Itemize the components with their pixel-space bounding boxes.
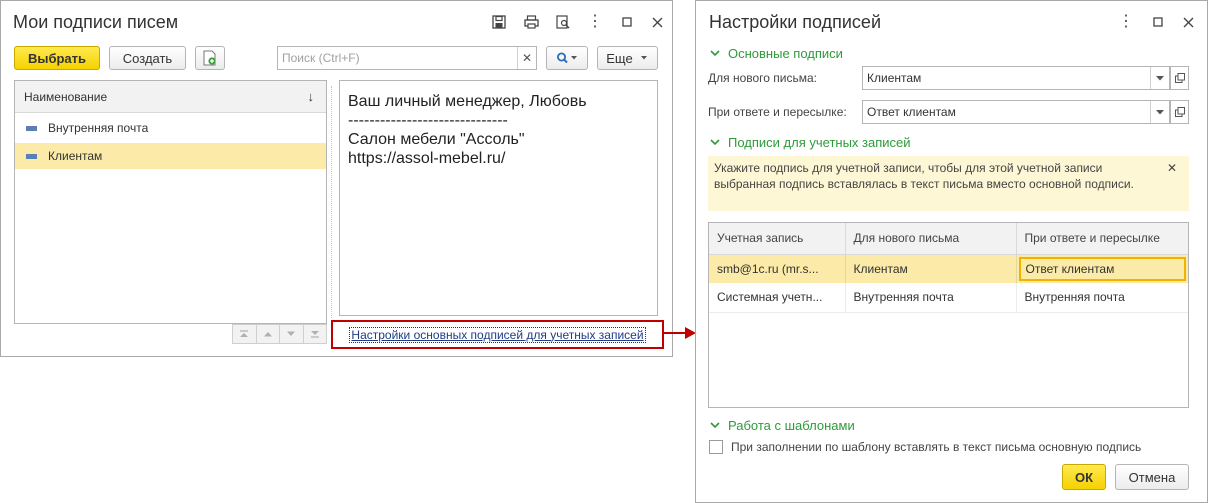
- new-letter-label: Для нового письма:: [708, 71, 818, 85]
- signature-preview: Ваш личный менеджер, Любовь ------------…: [339, 80, 658, 316]
- signatures-list: Наименование ↓ Внутренняя почта Клиентам: [14, 80, 327, 324]
- list-item[interactable]: Внутренняя почта: [15, 115, 326, 141]
- section-account-signatures[interactable]: Подписи для учетных записей: [710, 135, 911, 150]
- section-title: Основные подписи: [728, 46, 843, 61]
- open-icon: [1174, 107, 1185, 117]
- table-row[interactable]: Системная учетн... Внутренняя почта Внут…: [709, 283, 1188, 312]
- move-up-button[interactable]: [257, 325, 280, 343]
- search-button[interactable]: [546, 46, 588, 70]
- window-title: Настройки подписей: [709, 12, 881, 32]
- select-button[interactable]: Выбрать: [14, 46, 100, 70]
- open-reply-button[interactable]: [1170, 100, 1189, 124]
- more-options-icon[interactable]: ⋮: [587, 14, 603, 30]
- signature-settings-window: Настройки подписей ⋮ Основные подписи Дл…: [695, 0, 1208, 503]
- table-cell[interactable]: Клиентам: [845, 254, 1017, 283]
- reply-select[interactable]: Ответ клиентам: [862, 100, 1170, 124]
- chevron-down-icon: [710, 50, 720, 57]
- save-icon[interactable]: [491, 14, 507, 30]
- move-top-icon: [240, 330, 249, 337]
- table-cell[interactable]: smb@1c.ru (mr.s...: [709, 254, 846, 283]
- table-row[interactable]: smb@1c.ru (mr.s... Клиентам Ответ клиент…: [709, 254, 1188, 283]
- table-header: Учетная запись Для нового письма При отв…: [709, 223, 1188, 254]
- window-title: Мои подписи писем: [13, 12, 179, 32]
- splitter[interactable]: [331, 86, 332, 318]
- table-cell[interactable]: Системная учетн...: [709, 283, 846, 312]
- preview-line: Салон мебели "Ассоль": [348, 131, 525, 148]
- move-down-button[interactable]: [280, 325, 304, 343]
- table-cell-active[interactable]: Ответ клиентам: [1016, 254, 1188, 283]
- list-header[interactable]: Наименование ↓: [15, 81, 326, 113]
- move-bottom-button[interactable]: [304, 325, 327, 343]
- sort-arrow-icon[interactable]: ↓: [308, 89, 315, 104]
- move-buttons: [232, 324, 327, 344]
- search-placeholder: Поиск (Ctrl+F): [282, 51, 360, 65]
- section-main-signatures[interactable]: Основные подписи: [710, 46, 843, 61]
- column-header[interactable]: При ответе и пересылке: [1016, 223, 1188, 254]
- section-title: Подписи для учетных записей: [728, 135, 911, 150]
- dropdown-icon[interactable]: [1150, 101, 1169, 123]
- settings-link[interactable]: Настройки основных подписей для учетных …: [349, 326, 646, 343]
- my-signatures-window: Мои подписи писем ⋮ Выбрать Создать Поис…: [0, 0, 673, 357]
- chevron-down-icon: [710, 139, 720, 146]
- create-button[interactable]: Создать: [109, 46, 186, 70]
- column-name-header: Наименование: [24, 89, 108, 104]
- preview-line: ------------------------------: [348, 112, 508, 129]
- move-bottom-icon: [310, 331, 319, 338]
- list-item-label: Внутренняя почта: [48, 121, 149, 135]
- new-letter-value: Клиентам: [867, 71, 922, 85]
- hint-text: Укажите подпись для учетной записи, чтоб…: [714, 161, 1134, 191]
- hint-box: Укажите подпись для учетной записи, чтоб…: [708, 156, 1189, 211]
- clear-search-icon[interactable]: ✕: [517, 47, 536, 69]
- chevron-down-icon: [640, 56, 647, 60]
- template-signature-checkbox[interactable]: [709, 440, 723, 454]
- close-icon[interactable]: [1180, 14, 1196, 30]
- column-header[interactable]: Учетная запись: [709, 223, 846, 254]
- settings-link-highlight: Настройки основных подписей для учетных …: [331, 320, 664, 349]
- open-new-letter-button[interactable]: [1170, 66, 1189, 90]
- maximize-icon[interactable]: [1150, 14, 1166, 30]
- signature-icon: [26, 125, 37, 131]
- section-title: Работа с шаблонами: [728, 418, 855, 433]
- print-icon[interactable]: [523, 14, 539, 30]
- move-down-icon: [287, 331, 296, 336]
- document-add-icon: [203, 50, 216, 66]
- more-button[interactable]: Еще: [597, 46, 658, 70]
- ok-button[interactable]: ОК: [1062, 464, 1106, 490]
- list-item-selected[interactable]: Клиентам: [15, 143, 326, 169]
- close-hint-icon[interactable]: ✕: [1167, 161, 1177, 177]
- search-icon: [557, 52, 577, 64]
- new-letter-select[interactable]: Клиентам: [862, 66, 1170, 90]
- search-input[interactable]: Поиск (Ctrl+F) ✕: [277, 46, 537, 70]
- move-top-button[interactable]: [233, 325, 257, 343]
- preview-icon[interactable]: [555, 14, 571, 30]
- checkbox-label[interactable]: При заполнении по шаблону вставлять в те…: [731, 440, 1141, 454]
- cancel-button[interactable]: Отмена: [1115, 464, 1189, 490]
- signature-icon: [26, 153, 37, 159]
- move-up-icon: [263, 332, 272, 337]
- copy-button[interactable]: [195, 46, 225, 70]
- maximize-icon[interactable]: [619, 14, 635, 30]
- preview-line: https://assol-mebel.ru/: [348, 150, 506, 167]
- section-templates[interactable]: Работа с шаблонами: [710, 418, 855, 433]
- open-icon: [1174, 73, 1185, 83]
- active-cell[interactable]: Ответ клиентам: [1018, 256, 1186, 281]
- table-cell[interactable]: Внутренняя почта: [845, 283, 1017, 312]
- list-item-label: Клиентам: [48, 149, 103, 163]
- reply-label: При ответе и пересылке:: [708, 105, 847, 119]
- close-icon[interactable]: [649, 14, 665, 30]
- column-header[interactable]: Для нового письма: [845, 223, 1017, 254]
- dropdown-icon[interactable]: [1150, 67, 1169, 89]
- more-options-icon[interactable]: ⋮: [1118, 14, 1134, 30]
- accounts-table: Учетная запись Для нового письма При отв…: [708, 222, 1189, 408]
- preview-line: Ваш личный менеджер, Любовь: [348, 93, 587, 110]
- chevron-down-icon: [710, 422, 720, 429]
- more-button-label: Еще: [606, 50, 633, 66]
- table-cell[interactable]: Внутренняя почта: [1016, 283, 1188, 312]
- reply-value: Ответ клиентам: [867, 105, 956, 119]
- arrow-icon: [663, 327, 696, 339]
